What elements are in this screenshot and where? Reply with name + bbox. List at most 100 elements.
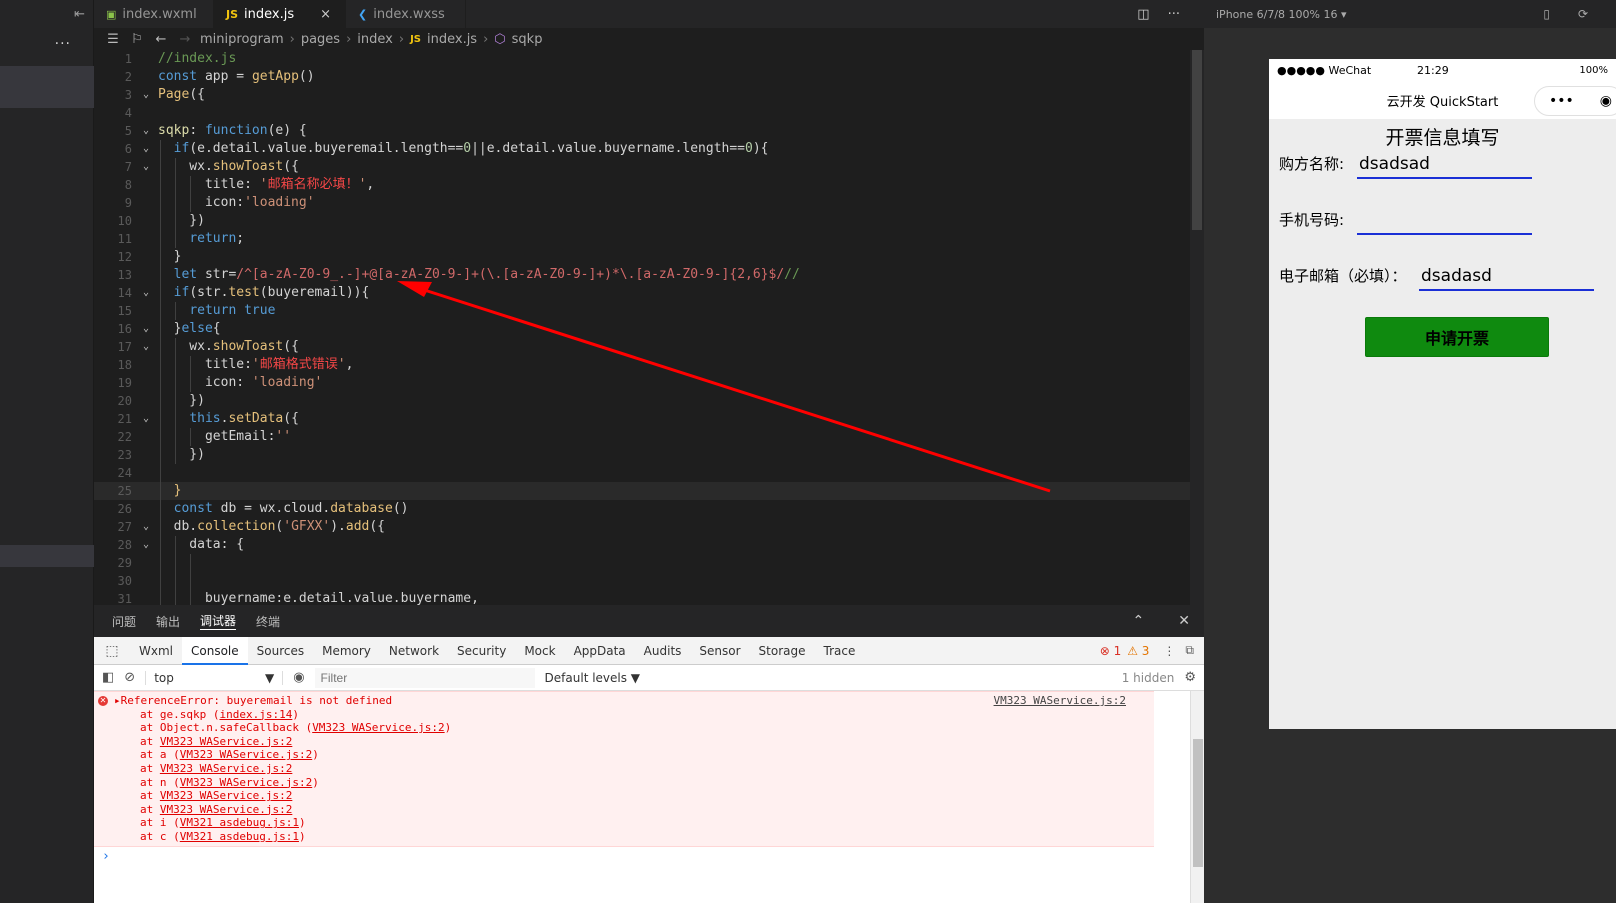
email-input[interactable]: dsadasd (1419, 263, 1594, 291)
outline-icon[interactable]: ☰ (104, 32, 122, 47)
devtools-tab-memory[interactable]: Memory (313, 637, 380, 665)
code-line[interactable]: 22 getEmail:'' (94, 428, 1204, 446)
editor-scrollbar[interactable] (1190, 50, 1204, 605)
breadcrumb-item[interactable]: index (357, 32, 393, 47)
breadcrumb-item[interactable]: index.js (427, 32, 477, 47)
scrollbar-thumb[interactable] (1192, 50, 1202, 230)
stack-frame-link[interactable]: VM323 WAService.js:2 (160, 789, 292, 802)
close-panel-icon[interactable]: ✕ (1178, 613, 1190, 629)
close-miniprogram-icon[interactable]: ◉ (1600, 93, 1612, 109)
code-line[interactable]: 17 ⌄ wx.showToast({ (94, 338, 1204, 356)
tab-terminal[interactable]: 终端 (256, 613, 280, 630)
devtools-menu-icon[interactable]: ⋮ (1163, 644, 1175, 658)
breadcrumb-item[interactable]: pages (301, 32, 340, 47)
tab-index-wxss[interactable]: ❮ index.wxss (346, 0, 467, 28)
split-editor-icon[interactable]: ◫ (1137, 7, 1149, 22)
devtools-tab-trace[interactable]: Trace (815, 637, 865, 665)
forward-arrow-icon[interactable]: → (176, 32, 194, 47)
code-line[interactable]: 5 ⌄ sqkp: function(e) { (94, 122, 1204, 140)
collapse-sidebar-icon[interactable]: ⇤ (0, 0, 93, 28)
fold-chevron-icon[interactable]: ⌄ (136, 86, 156, 104)
tab-output[interactable]: 输出 (156, 613, 180, 630)
stack-frame-link[interactable]: VM321 asdebug.js:1 (180, 830, 299, 843)
buyer-name-input[interactable]: dsadsad (1357, 151, 1532, 179)
code-line[interactable]: 7 ⌄ wx.showToast({ (94, 158, 1204, 176)
fold-chevron-icon[interactable]: ⌄ (136, 536, 156, 554)
stack-frame-link[interactable]: VM323 WAService.js:2 (312, 721, 444, 734)
breadcrumb-item[interactable]: sqkp (512, 32, 543, 47)
code-line[interactable]: 30 (94, 572, 1204, 590)
code-line[interactable]: 1 //index.js (94, 50, 1204, 68)
error-source-link[interactable]: VM323 WAService.js:2 (994, 694, 1126, 707)
inspect-element-icon[interactable]: ⬚ (94, 643, 130, 659)
live-expression-eye-icon[interactable]: ◉ (293, 670, 304, 685)
devtools-tab-storage[interactable]: Storage (750, 637, 815, 665)
console-filter-input[interactable] (314, 667, 535, 688)
devtools-tab-appdata[interactable]: AppData (565, 637, 635, 665)
code-line[interactable]: 14 ⌄ if(str.test(buyeremail)){ (94, 284, 1204, 302)
devtools-tab-sources[interactable]: Sources (248, 637, 313, 665)
code-line[interactable]: 4 (94, 104, 1204, 122)
tab-index-wxml[interactable]: ▣ index.wxml (94, 0, 214, 28)
devtools-tab-wxml[interactable]: Wxml (130, 637, 182, 665)
console-settings-gear-icon[interactable]: ⚙ (1184, 670, 1196, 685)
stack-frame-link[interactable]: VM323 WAService.js:2 (180, 776, 312, 789)
code-line[interactable]: 21 ⌄ this.setData({ (94, 410, 1204, 428)
stack-frame-link[interactable]: VM323 WAService.js:2 (180, 748, 312, 761)
code-line[interactable]: 25 } (94, 482, 1204, 500)
log-levels-select[interactable]: Default levels ▼ (545, 671, 641, 685)
code-line[interactable]: 3 ⌄ Page({ (94, 86, 1204, 104)
scrollbar-thumb[interactable] (1193, 739, 1203, 867)
console-error-message[interactable]: ✕ ▸ ReferenceError: buyeremail is not de… (94, 691, 1154, 847)
rotate-icon[interactable]: ⟳ (1578, 7, 1588, 21)
code-line[interactable]: 2 const app = getApp() (94, 68, 1204, 86)
error-count-badge[interactable]: ⊗ 1 (1100, 644, 1122, 658)
close-tab-icon[interactable]: × (320, 7, 331, 22)
code-line[interactable]: 24 (94, 464, 1204, 482)
code-line[interactable]: 13 let str=/^[a-zA-Z0-9_.-]+@[a-zA-Z0-9-… (94, 266, 1204, 284)
code-line[interactable]: 18 title:'邮箱格式错误', (94, 356, 1204, 374)
code-line[interactable]: 27 ⌄ db.collection('GFXX').add({ (94, 518, 1204, 536)
fold-chevron-icon[interactable]: ⌄ (136, 284, 156, 302)
back-arrow-icon[interactable]: ← (152, 32, 170, 47)
device-select[interactable]: iPhone 6/7/8 100% 16 ▾ (1216, 8, 1347, 21)
code-line[interactable]: 6 ⌄ if(e.detail.value.buyeremail.length==… (94, 140, 1204, 158)
code-line[interactable]: 12 } (94, 248, 1204, 266)
code-line[interactable]: 11 return; (94, 230, 1204, 248)
fold-chevron-icon[interactable]: ⌄ (136, 518, 156, 536)
stack-frame-link[interactable]: VM323 WAService.js:2 (160, 762, 292, 775)
explorer-hover-item[interactable] (0, 545, 94, 567)
code-line[interactable]: 16 ⌄ }else{ (94, 320, 1204, 338)
fold-chevron-icon[interactable]: ⌄ (136, 122, 156, 140)
code-line[interactable]: 8 title: '邮箱名称必填！', (94, 176, 1204, 194)
stack-frame-link[interactable]: VM323 WAService.js:2 (160, 735, 292, 748)
console-prompt[interactable]: › (94, 847, 1204, 867)
code-line[interactable]: 20 }) (94, 392, 1204, 410)
maximize-panel-icon[interactable]: ⌃ (1133, 613, 1145, 629)
sidebar-toggle-icon[interactable]: ◧ (102, 670, 114, 685)
tab-problems[interactable]: 问题 (112, 613, 136, 630)
bookmark-icon[interactable]: ⚐ (128, 32, 146, 47)
devtools-tab-security[interactable]: Security (448, 637, 515, 665)
devtools-tab-sensor[interactable]: Sensor (690, 637, 749, 665)
tab-index-js[interactable]: JS index.js × (214, 0, 347, 28)
code-line[interactable]: 29 (94, 554, 1204, 572)
code-line[interactable]: 26 const db = wx.cloud.database() (94, 500, 1204, 518)
code-line[interactable]: 9 icon:'loading' (94, 194, 1204, 212)
tab-debugger[interactable]: 调试器 (200, 612, 237, 630)
devtools-tab-mock[interactable]: Mock (515, 637, 564, 665)
code-line[interactable]: 23 }) (94, 446, 1204, 464)
stack-frame-link[interactable]: VM321 asdebug.js:1 (180, 816, 299, 829)
devtools-tab-audits[interactable]: Audits (635, 637, 691, 665)
submit-invoice-button[interactable]: 申请开票 (1365, 317, 1549, 357)
clear-console-icon[interactable]: ⊘ (124, 670, 135, 685)
capsule-menu[interactable]: ••• ◉ (1534, 86, 1616, 116)
code-line[interactable]: 31 buyername:e.detail.value.buyername, (94, 590, 1204, 605)
fold-chevron-icon[interactable]: ⌄ (136, 410, 156, 428)
context-select[interactable]: top ▼ (145, 670, 284, 685)
stack-frame-link[interactable]: index.js:14 (219, 708, 292, 721)
code-area[interactable]: 1//index.js 2 const app = getApp() 3 ⌄ Page({… (94, 50, 1204, 605)
code-line[interactable]: 10 }) (94, 212, 1204, 230)
breadcrumb-item[interactable]: miniprogram (200, 32, 284, 47)
devtools-tab-network[interactable]: Network (380, 637, 448, 665)
